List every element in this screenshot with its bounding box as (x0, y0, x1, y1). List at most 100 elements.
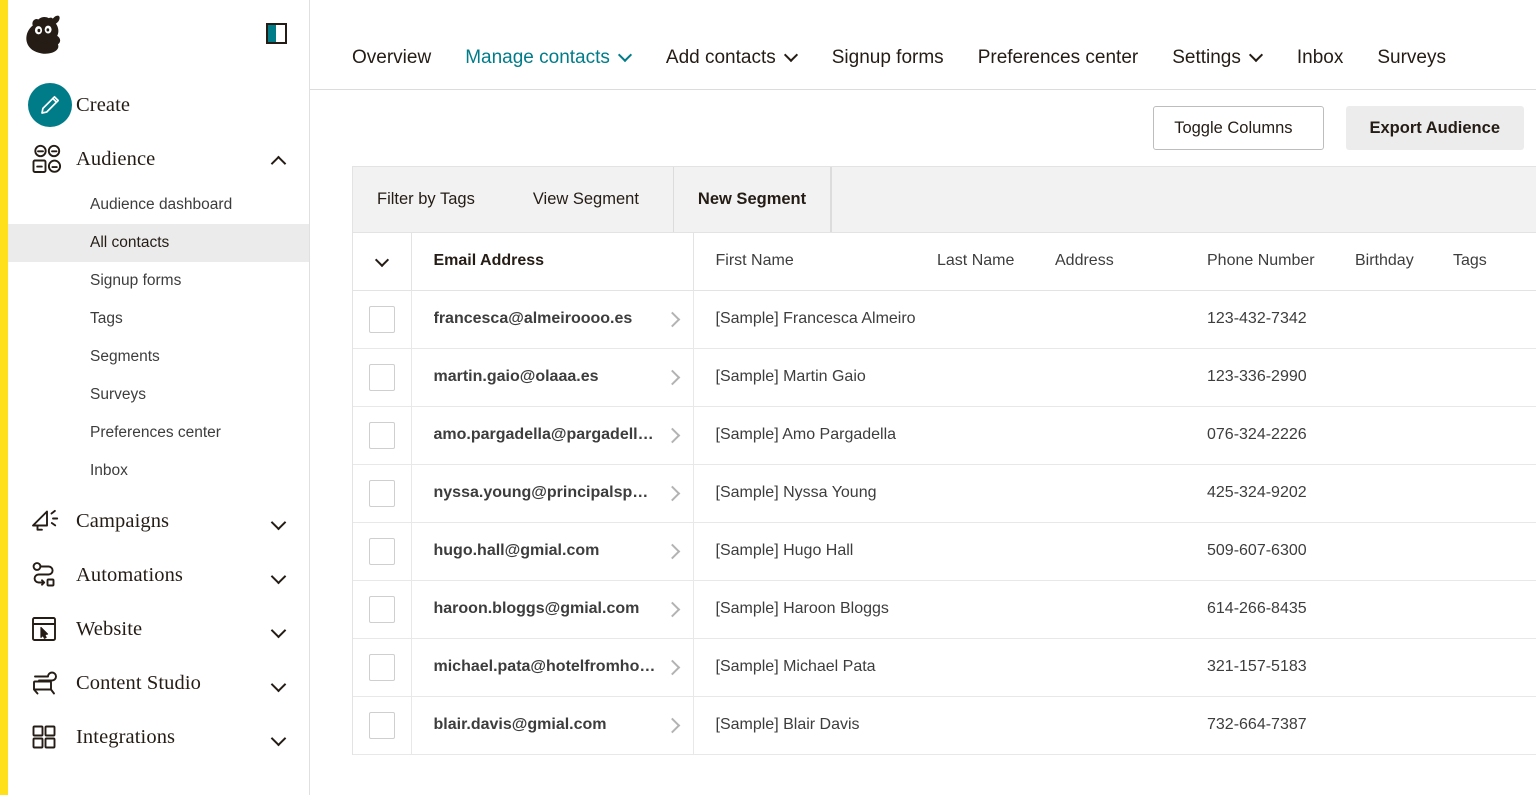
sidebar-subitem-segments[interactable]: Segments (8, 338, 309, 376)
tab-surveys[interactable]: Surveys (1377, 47, 1446, 89)
chevron-right-icon[interactable] (667, 662, 677, 672)
row-checkbox[interactable] (369, 422, 395, 449)
cell-first-name: [Sample] Blair Davis (693, 696, 937, 754)
table-row[interactable]: haroon.bloggs@gmial.com[Sample] Haroon B… (353, 580, 1536, 638)
sidebar-subitem-all-contacts[interactable]: All contacts (8, 224, 309, 262)
sidebar-item-automations[interactable]: Automations (8, 548, 309, 602)
cell-email[interactable]: martin.gaio@olaaa.es (411, 348, 693, 406)
row-checkbox[interactable] (369, 480, 395, 507)
cell-email[interactable]: blair.davis@gmial.com (411, 696, 693, 754)
cell-last-name (937, 348, 1055, 406)
row-checkbox[interactable] (369, 306, 395, 333)
chevron-down-icon[interactable] (272, 625, 287, 634)
new-segment-button[interactable]: New Segment (674, 167, 831, 232)
sidebar-item-label: Create (76, 94, 287, 117)
cell-birthday (1355, 348, 1453, 406)
tab-label: Surveys (1377, 47, 1446, 69)
row-checkbox[interactable] (369, 712, 395, 739)
chevron-down-icon[interactable] (272, 679, 287, 688)
sidebar-item-label: Integrations (76, 726, 272, 749)
toggle-columns-button[interactable]: Toggle Columns (1153, 106, 1323, 150)
sidebar-subitem-tags[interactable]: Tags (8, 300, 309, 338)
email-text: amo.pargadella@pargadella-... (434, 426, 656, 444)
chevron-down-icon[interactable] (272, 517, 287, 526)
panel-toggle-icon[interactable] (266, 23, 287, 44)
cell-address (1055, 696, 1207, 754)
tab-overview[interactable]: Overview (352, 47, 431, 89)
row-checkbox[interactable] (369, 654, 395, 681)
cell-tags (1453, 464, 1536, 522)
cell-email[interactable]: francesca@almeiroooo.es (411, 290, 693, 348)
table-row[interactable]: amo.pargadella@pargadella-... [Sample] Am… (353, 406, 1536, 464)
chevron-right-icon[interactable] (667, 604, 677, 614)
column-header-email[interactable]: Email Address (411, 233, 693, 290)
tab-add-contacts[interactable]: Add contacts (666, 47, 798, 89)
chevron-down-icon[interactable] (375, 255, 389, 265)
row-select-cell (353, 464, 411, 522)
cell-email[interactable]: haroon.bloggs@gmial.com (411, 580, 693, 638)
row-checkbox[interactable] (369, 364, 395, 391)
chevron-right-icon[interactable] (667, 720, 677, 730)
select-all-header[interactable] (353, 233, 411, 290)
column-header-phone[interactable]: Phone Number (1207, 233, 1355, 290)
tab-manage-contacts[interactable]: Manage contacts (465, 47, 632, 89)
chevron-down-icon[interactable] (272, 571, 287, 580)
column-header-first-name[interactable]: First Name (693, 233, 937, 290)
column-header-last-name[interactable]: Last Name (937, 233, 1055, 290)
cell-first-name: [Sample] Francesca Almeiro (693, 290, 937, 348)
panel-toggle-empty-half (276, 25, 285, 42)
chevron-right-icon[interactable] (667, 430, 677, 440)
sidebar-subitem-audience-dashboard[interactable]: Audience dashboard (8, 186, 309, 224)
cell-birthday (1355, 290, 1453, 348)
sidebar-subitem-signup-forms[interactable]: Signup forms (8, 262, 309, 300)
contacts-table-body: francesca@almeiroooo.es[Sample] Francesc… (353, 290, 1536, 754)
table-row[interactable]: michael.pata@hotelfromhom...[Sample] Mic… (353, 638, 1536, 696)
cell-phone: 321-157-5183 (1207, 638, 1355, 696)
email-text: martin.gaio@olaaa.es (434, 368, 599, 386)
tab-preferences-center[interactable]: Preferences center (978, 47, 1139, 89)
row-select-cell (353, 638, 411, 696)
chevron-down-icon[interactable] (272, 733, 287, 742)
column-header-address[interactable]: Address (1055, 233, 1207, 290)
table-row[interactable]: francesca@almeiroooo.es[Sample] Francesc… (353, 290, 1536, 348)
cell-email[interactable]: hugo.hall@gmial.com (411, 522, 693, 580)
sidebar-subitem-inbox[interactable]: Inbox (8, 452, 309, 490)
chevron-right-icon[interactable] (667, 372, 677, 382)
export-audience-button[interactable]: Export Audience (1346, 106, 1525, 150)
table-row[interactable]: blair.davis@gmial.com[Sample] Blair Davi… (353, 696, 1536, 754)
chevron-right-icon[interactable] (667, 488, 677, 498)
table-row[interactable]: hugo.hall@gmial.com[Sample] Hugo Hall509… (353, 522, 1536, 580)
mailchimp-freddie-logo[interactable] (22, 11, 66, 55)
sidebar-item-audience[interactable]: Audience (8, 132, 309, 186)
sidebar-item-campaigns[interactable]: Campaigns (8, 494, 309, 548)
row-select-cell (353, 522, 411, 580)
table-row[interactable]: martin.gaio@olaaa.es[Sample] Martin Gaio… (353, 348, 1536, 406)
filter-by-tags-dropdown[interactable]: Filter by Tags (353, 167, 509, 232)
chevron-up-icon[interactable] (272, 155, 287, 164)
cell-address (1055, 580, 1207, 638)
main-content: Overview Manage contacts Add contacts Si… (310, 0, 1536, 795)
row-checkbox[interactable] (369, 538, 395, 565)
sidebar-subitem-label: Surveys (90, 386, 146, 404)
sidebar-item-create[interactable]: Create (8, 78, 309, 132)
cell-first-name: [Sample] Amo Pargadella (693, 406, 937, 464)
sidebar-item-website[interactable]: Website (8, 602, 309, 656)
sidebar-subitem-surveys[interactable]: Surveys (8, 376, 309, 414)
column-header-tags[interactable]: Tags (1453, 233, 1536, 290)
cell-email[interactable]: amo.pargadella@pargadella-... (411, 406, 693, 464)
chevron-right-icon[interactable] (667, 546, 677, 556)
chevron-right-icon[interactable] (667, 314, 677, 324)
cell-email[interactable]: nyssa.young@principalspace... (411, 464, 693, 522)
sidebar-item-integrations[interactable]: Integrations (8, 710, 309, 764)
column-header-birthday[interactable]: Birthday (1355, 233, 1453, 290)
tab-inbox[interactable]: Inbox (1297, 47, 1343, 89)
sidebar-subitem-preferences-center[interactable]: Preferences center (8, 414, 309, 452)
tab-signup-forms[interactable]: Signup forms (832, 47, 944, 89)
view-segment-dropdown[interactable]: View Segment (509, 167, 674, 232)
row-checkbox[interactable] (369, 596, 395, 623)
contacts-panel: Filter by Tags View Segment New Segment (352, 166, 1536, 755)
cell-email[interactable]: michael.pata@hotelfromhom... (411, 638, 693, 696)
sidebar-item-content-studio[interactable]: Content Studio (8, 656, 309, 710)
tab-settings[interactable]: Settings (1172, 47, 1263, 89)
table-row[interactable]: nyssa.young@principalspace...[Sample] Ny… (353, 464, 1536, 522)
